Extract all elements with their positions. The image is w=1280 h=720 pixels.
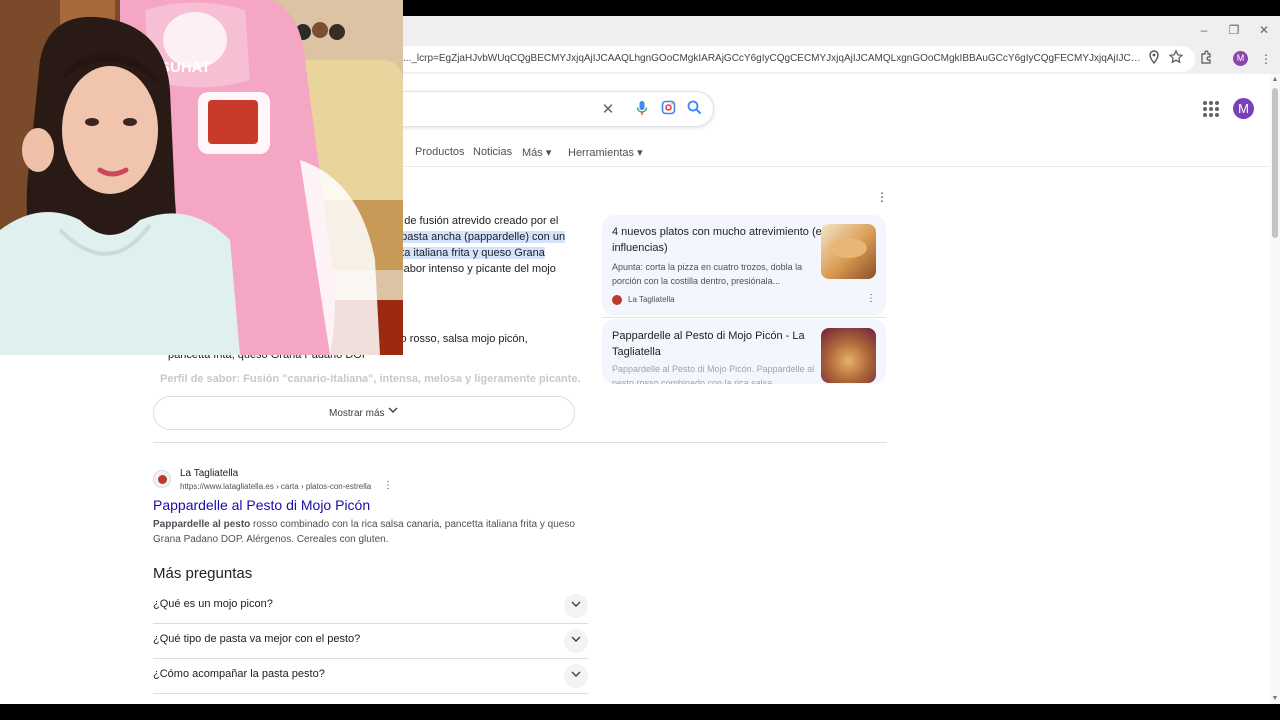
source-favicon xyxy=(612,295,622,305)
card-snippet: Pappardelle al Pesto di Mojo Picón. Papp… xyxy=(612,364,815,384)
url-text[interactable]: ..._lcrp=EgZjaHJvbWUqCQgBECMYJxjqAjIJCAA… xyxy=(403,53,1143,64)
paa-question-text: ¿Qué tipo de pasta va mejor con el pesto… xyxy=(153,633,361,645)
maximize-button[interactable]: ❐ xyxy=(1224,20,1244,40)
card-title[interactable]: Pappardelle al Pesto di Mojo Picón - La … xyxy=(612,328,822,360)
voice-search-icon[interactable] xyxy=(632,100,652,120)
section-divider xyxy=(153,442,887,443)
minimize-button[interactable]: – xyxy=(1194,20,1214,40)
card-thumbnail xyxy=(821,328,876,383)
paa-question[interactable]: ¿Qué tipo de pasta va mejor con el pesto… xyxy=(153,624,588,659)
browser-menu-icon[interactable]: ⋮ xyxy=(1257,50,1275,68)
card-thumbnail xyxy=(821,224,876,279)
overview-line: , sabor intenso y picante del mojo xyxy=(392,263,556,275)
side-card[interactable]: Pappardelle al Pesto di Mojo Picón - La … xyxy=(602,319,886,384)
paa-question[interactable]: ¿Cómo acompañar la pasta pesto? xyxy=(153,659,588,694)
webcam-scene: SUHAT xyxy=(0,0,403,355)
overview-line: sto rosso, salsa mojo picón, xyxy=(392,333,528,345)
extensions-icon[interactable] xyxy=(1197,50,1215,68)
show-more-label: Mostrar más xyxy=(329,408,385,419)
overview-line: etta italiana frita y queso Grana xyxy=(392,247,545,259)
scroll-up-arrow[interactable]: ▲ xyxy=(1271,76,1279,83)
result-url[interactable]: https://www.latagliatella.es › carta › p… xyxy=(180,482,371,491)
chevron-down-icon xyxy=(388,405,398,418)
tab-mas[interactable]: Más ▾ xyxy=(522,146,551,159)
overview-faded-line: Perfil de sabor: Fusión "canario-italian… xyxy=(160,373,581,385)
close-window-button[interactable]: ✕ xyxy=(1254,20,1274,40)
overview-menu-icon[interactable]: ⋮ xyxy=(876,190,888,204)
result-menu-icon[interactable]: ⋮ xyxy=(383,480,393,491)
result-description: Pappardelle al pesto rosso combinado con… xyxy=(153,519,575,545)
clear-search-icon[interactable]: ✕ xyxy=(598,100,618,120)
card-divider xyxy=(602,317,886,318)
result-site-name[interactable]: La Tagliatella xyxy=(180,468,238,479)
tab-herramientas[interactable]: Herramientas ▾ xyxy=(568,146,643,159)
address-bar[interactable]: ..._lcrp=EgZjaHJvbWUqCQgBECMYJxjqAjIJCAA… xyxy=(395,46,1195,72)
lens-search-icon[interactable] xyxy=(658,100,678,120)
bookmark-star-icon[interactable] xyxy=(1167,49,1185,68)
screen: – ❐ ✕ ..._lcrp=EgZjaHJvbWUqCQgBECMYJxjqA… xyxy=(0,0,1280,720)
site-favicon[interactable] xyxy=(153,470,171,488)
webcam-overlay: SUHAT xyxy=(0,0,403,355)
card-source: La Tagliatella xyxy=(628,295,675,304)
location-icon[interactable] xyxy=(1145,50,1163,68)
search-icon[interactable] xyxy=(684,100,704,120)
profile-avatar[interactable]: M xyxy=(1233,51,1248,66)
google-apps-icon[interactable] xyxy=(1202,100,1220,118)
scrollbar-thumb[interactable] xyxy=(1272,88,1278,238)
card-menu-icon[interactable]: ⋮ xyxy=(866,293,876,304)
paa-question[interactable]: ¿Qué es un mojo picon? xyxy=(153,589,588,624)
paa-heading: Más preguntas xyxy=(153,565,253,582)
tab-noticias[interactable]: Noticias xyxy=(473,146,512,158)
page-scrollbar[interactable]: ▲ ▼ xyxy=(1270,74,1280,704)
account-avatar[interactable]: M xyxy=(1233,98,1254,119)
chair-logo-text: SUHAT xyxy=(160,59,211,76)
chevron-down-icon[interactable] xyxy=(564,664,588,688)
result-title-link[interactable]: Pappardelle al Pesto di Mojo Picón xyxy=(153,497,370,513)
chevron-down-icon[interactable] xyxy=(564,629,588,653)
scroll-down-arrow[interactable]: ▼ xyxy=(1271,695,1279,702)
show-more-button[interactable]: Mostrar más xyxy=(153,396,575,430)
overview-line: n pasta ancha (pappardelle) con un xyxy=(392,231,566,243)
paa-question-text: ¿Cómo acompañar la pasta pesto? xyxy=(153,668,325,680)
overview-line: to de fusión atrevido creado por el xyxy=(392,215,559,227)
chevron-down-icon[interactable] xyxy=(564,594,588,618)
card-title[interactable]: 4 nuevos platos con mucho atrevimiento (… xyxy=(612,224,822,256)
tab-productos[interactable]: Productos xyxy=(415,146,465,158)
paa-question-text: ¿Qué es un mojo picon? xyxy=(153,598,273,610)
side-card[interactable]: 4 nuevos platos con mucho atrevimiento (… xyxy=(602,215,886,315)
card-snippet: Apunta: corta la pizza en cuatro trozos,… xyxy=(612,262,803,286)
